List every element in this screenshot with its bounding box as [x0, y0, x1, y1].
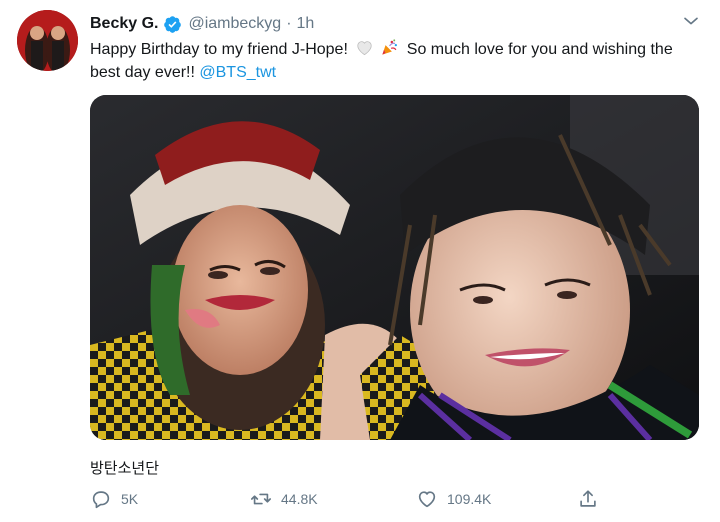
retweet-count: 44.8K [281, 491, 318, 507]
share-icon [580, 490, 596, 507]
tweet-actions: 5K 44.8K 109.4K [90, 487, 610, 511]
like-button[interactable]: 109.4K [416, 487, 491, 511]
tweet-text-part1: Happy Birthday to my friend J-Hope! [90, 41, 353, 58]
translated-text: 방탄소년단 [90, 460, 160, 477]
retweet-icon [251, 493, 271, 505]
tweet-photo[interactable] [90, 95, 699, 440]
tweet-text: Happy Birthday to my friend J-Hope! So m… [90, 38, 690, 84]
party-popper-icon [380, 38, 399, 57]
retweet-button[interactable]: 44.8K [250, 487, 318, 511]
author-handle[interactable]: @iambeckyg [188, 15, 281, 33]
share-button[interactable] [577, 487, 608, 511]
avatar[interactable] [17, 10, 78, 71]
verified-badge-icon [163, 15, 182, 34]
heart-icon [418, 491, 436, 508]
white-heart-icon [355, 38, 374, 57]
mention-link[interactable]: @BTS_twt [199, 64, 276, 81]
tweet-card[interactable]: Becky G. @iambeckyg · 1h Happy Birthday … [0, 0, 720, 522]
tweet-timestamp[interactable]: 1h [297, 15, 315, 33]
reply-count: 5K [121, 491, 139, 507]
like-count: 109.4K [447, 491, 492, 507]
chevron-down-icon[interactable] [682, 12, 700, 30]
display-name[interactable]: Becky G. [90, 15, 158, 33]
reply-icon [92, 491, 110, 509]
tweet-header: Becky G. @iambeckyg · 1h [90, 13, 314, 35]
header-separator: · [286, 15, 292, 32]
reply-button[interactable]: 5K [90, 487, 138, 511]
